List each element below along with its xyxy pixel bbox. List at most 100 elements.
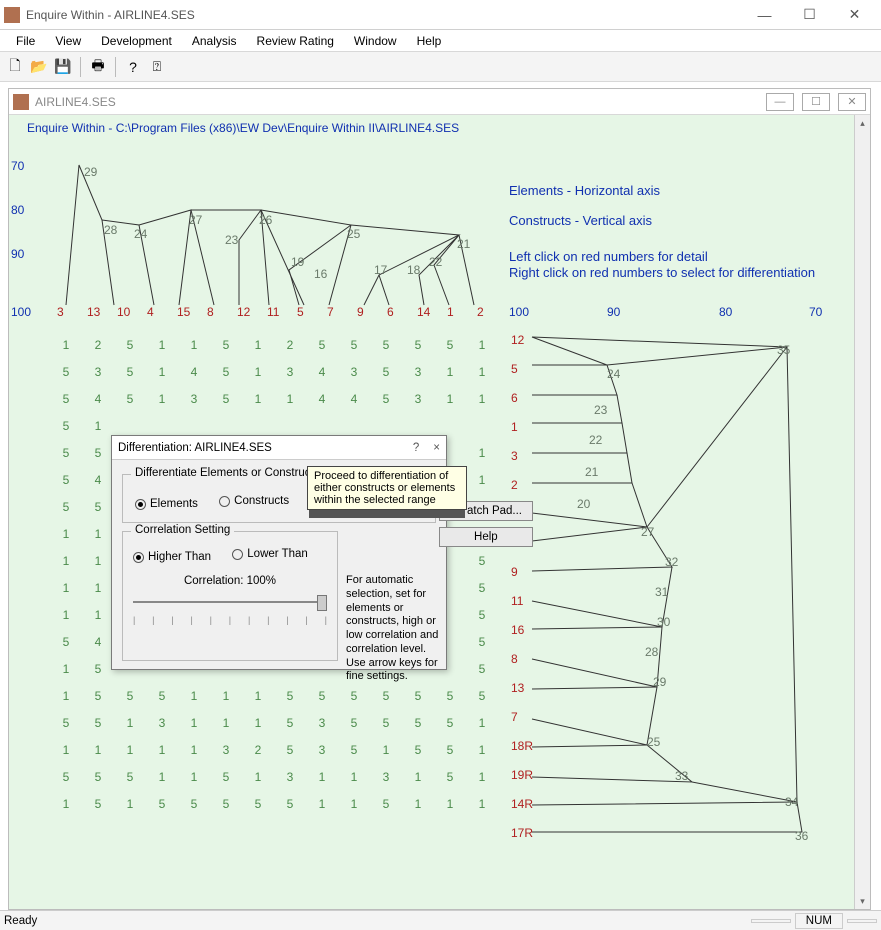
construct-leaf[interactable]: 9 (511, 565, 518, 579)
element-leaf[interactable]: 2 (477, 305, 484, 319)
save-icon[interactable]: 💾 (52, 56, 74, 78)
rating-cell: 5 (243, 791, 273, 816)
element-leaf[interactable]: 1 (447, 305, 454, 319)
dialog-close-button[interactable]: × (433, 442, 440, 454)
dialog-titlebar[interactable]: Differentiation: AIRLINE4.SES ? × (112, 436, 446, 460)
menu-help[interactable]: Help (407, 32, 452, 50)
mdi-maximize-button[interactable]: ☐ (802, 93, 830, 111)
radio-dot-icon (133, 552, 144, 563)
rating-cell: 5 (147, 791, 177, 816)
element-leaf[interactable]: 3 (57, 305, 64, 319)
rating-cell: 1 (243, 386, 273, 411)
construct-leaf[interactable]: 5 (511, 362, 518, 376)
menu-window[interactable]: Window (344, 32, 407, 50)
rating-cell: 3 (275, 764, 305, 789)
maximize-button[interactable]: ☐ (787, 1, 832, 29)
construct-leaf[interactable]: 11 (511, 594, 523, 608)
table-row: 55131115355551 (51, 710, 497, 735)
construct-leaf[interactable]: 1 (511, 420, 518, 434)
group-legend: Correlation Setting (131, 524, 234, 536)
construct-leaf[interactable]: 13 (511, 681, 524, 695)
table-row: 53514513435311 (51, 359, 497, 384)
vertical-scrollbar[interactable]: ▴ ▾ (854, 115, 870, 909)
correlation-slider[interactable] (133, 595, 327, 619)
menu-review-rating[interactable]: Review Rating (247, 32, 344, 50)
element-leaf[interactable]: 9 (357, 305, 364, 319)
rating-cell: 1 (307, 764, 337, 789)
rating-cell: 5 (115, 332, 145, 357)
node-label: 29 (84, 165, 97, 179)
rating-cell: 5 (83, 791, 113, 816)
about-icon[interactable]: ? (122, 56, 144, 78)
rating-cell: 5 (275, 737, 305, 762)
construct-leaf[interactable]: 3 (511, 449, 518, 463)
help-button[interactable]: Help (439, 527, 533, 547)
rating-cell: 4 (179, 359, 209, 384)
construct-leaf[interactable]: 16 (511, 623, 524, 637)
toolbar-sep (115, 57, 116, 77)
construct-leaf[interactable]: 18R (511, 739, 533, 753)
minimize-button[interactable]: — (742, 1, 787, 29)
element-leaf[interactable]: 12 (237, 305, 250, 319)
rating-cell: 5 (403, 737, 433, 762)
new-icon[interactable]: 🗋 (4, 56, 26, 78)
rating-cell: 5 (307, 332, 337, 357)
y-label: 90 (11, 247, 24, 261)
construct-node-label: 28 (645, 645, 658, 659)
construct-leaf[interactable]: 7 (511, 710, 518, 724)
rating-cell: 1 (51, 791, 81, 816)
element-leaf[interactable]: 4 (147, 305, 154, 319)
rating-cell: 5 (51, 467, 81, 492)
dialog-help-button[interactable]: ? (413, 442, 419, 454)
open-icon[interactable]: 📂 (28, 56, 50, 78)
node-label: 26 (259, 213, 272, 227)
element-leaf[interactable]: 15 (177, 305, 190, 319)
rating-cell: 5 (83, 764, 113, 789)
radio-lower-than[interactable]: Lower Than (232, 548, 308, 560)
element-leaf[interactable]: 8 (207, 305, 214, 319)
element-leaf[interactable]: 6 (387, 305, 394, 319)
menu-development[interactable]: Development (91, 32, 182, 50)
rating-cell: 2 (275, 332, 305, 357)
radio-constructs[interactable]: Constructs (219, 495, 289, 507)
rating-cell: 5 (51, 494, 81, 519)
construct-leaf[interactable]: 8 (511, 652, 518, 666)
construct-leaf[interactable]: 19R (511, 768, 533, 782)
rating-cell: 1 (467, 467, 497, 492)
mdi-titlebar: AIRLINE4.SES — ☐ ✕ (9, 89, 870, 115)
menu-view[interactable]: View (45, 32, 91, 50)
whatsthis-icon[interactable]: ⍰ (146, 56, 168, 78)
scroll-down-icon[interactable]: ▾ (855, 893, 870, 909)
construct-leaf[interactable]: 2 (511, 478, 518, 492)
radio-elements[interactable]: Elements (135, 498, 198, 510)
rating-cell: 1 (467, 764, 497, 789)
construct-leaf[interactable]: 12 (511, 333, 524, 347)
element-leaf[interactable]: 7 (327, 305, 334, 319)
element-leaf[interactable]: 13 (87, 305, 100, 319)
menu-analysis[interactable]: Analysis (182, 32, 247, 50)
construct-node-label: 35 (777, 343, 790, 357)
element-leaf[interactable]: 10 (117, 305, 130, 319)
mdi-minimize-button[interactable]: — (766, 93, 794, 111)
rating-cell: 5 (51, 764, 81, 789)
element-leaf[interactable]: 14 (417, 305, 430, 319)
rating-cell: 1 (307, 791, 337, 816)
close-button[interactable]: ✕ (832, 1, 877, 29)
status-ready: Ready (4, 915, 37, 927)
constructs-dendrogram (507, 327, 847, 867)
menu-file[interactable]: File (6, 32, 45, 50)
construct-leaf[interactable]: 6 (511, 391, 518, 405)
scroll-up-icon[interactable]: ▴ (855, 115, 870, 131)
element-leaf[interactable]: 5 (297, 305, 304, 319)
rating-cell: 5 (115, 359, 145, 384)
construct-node-label: 27 (641, 525, 654, 539)
radio-higher-than[interactable]: Higher Than (133, 551, 211, 563)
mdi-close-button[interactable]: ✕ (838, 93, 866, 111)
node-label: 18 (407, 263, 420, 277)
rating-cell: 1 (147, 386, 177, 411)
radio-dot-icon (135, 499, 146, 510)
construct-leaf[interactable]: 17R (511, 826, 533, 840)
print-icon[interactable]: 🖶 (87, 56, 109, 78)
construct-leaf[interactable]: 14R (511, 797, 533, 811)
element-leaf[interactable]: 11 (267, 305, 279, 319)
